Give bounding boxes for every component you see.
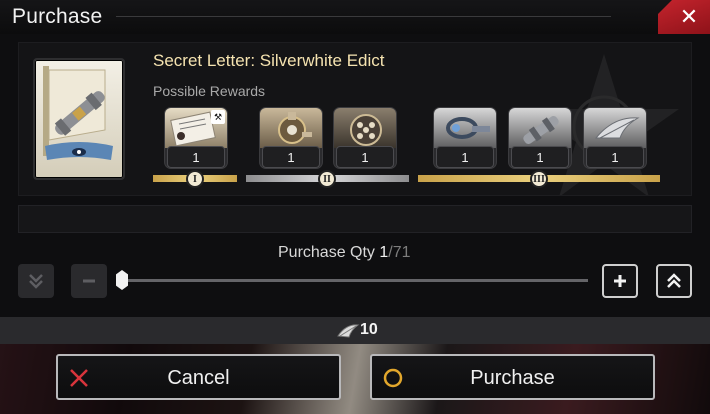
feather-scroll-icon [584, 108, 646, 148]
header-divider [116, 16, 611, 17]
dialog-header: Purchase ✕ [0, 0, 710, 34]
dialog-title: Purchase [12, 5, 103, 28]
minus-icon [83, 279, 95, 283]
qty-slider-thumb[interactable] [116, 270, 128, 290]
reward-slot[interactable]: 1 [259, 107, 323, 169]
orb-sphere-icon [334, 108, 396, 148]
reward-slot[interactable]: 1 [333, 107, 397, 169]
reward-qty: 1 [287, 150, 295, 165]
tier-mark-3: III [530, 170, 548, 188]
qty-decrement-button[interactable] [71, 264, 107, 298]
item-name: Secret Letter: Silverwhite Edict [153, 51, 385, 70]
double-chevron-up-icon [667, 273, 681, 288]
reward-qty: 1 [361, 150, 369, 165]
tier-mark-1: I [186, 170, 204, 188]
cancel-label: Cancel [167, 367, 230, 389]
qty-increment-button[interactable] [602, 264, 638, 298]
possible-rewards-label: Possible Rewards [153, 83, 266, 99]
gear-ornament-icon [260, 108, 322, 148]
purchase-qty-text: Purchase Qty [278, 244, 380, 261]
reward-qty: 1 [192, 150, 200, 165]
purchase-qty-max: 71 [392, 244, 411, 261]
close-icon: ✕ [679, 4, 699, 29]
description-bar [18, 205, 692, 233]
feather-currency-icon [337, 324, 360, 338]
reward-qty: 1 [611, 150, 619, 165]
reward-slot[interactable]: ⚒ 1 [164, 107, 228, 169]
reward-slot[interactable]: 1 [583, 107, 647, 169]
plus-icon [614, 275, 626, 287]
cost-strip: 10 [0, 317, 710, 344]
reward-slot[interactable]: 1 [433, 107, 497, 169]
purchase-label: Purchase [470, 367, 555, 389]
chain-ring-icon [434, 108, 496, 148]
purchase-qty-current: 1 [379, 244, 389, 261]
cost-value: 10 [360, 321, 378, 338]
reward-slot[interactable]: 1 [508, 107, 572, 169]
scroll-letter-icon [33, 58, 125, 180]
qty-min-button[interactable] [18, 264, 54, 298]
item-panel: Secret Letter: Silverwhite Edict Possibl… [18, 42, 692, 196]
qty-slider-track[interactable] [120, 279, 588, 282]
double-chevron-down-icon [29, 274, 43, 289]
qty-max-button[interactable] [656, 264, 692, 298]
reward-qty: 1 [536, 150, 544, 165]
tier-mark-2: II [318, 170, 336, 188]
purchase-qty-label: Purchase Qty 1/71 [278, 244, 411, 262]
silver-tube-icon [509, 108, 571, 148]
hammer-badge-icon: ⚒ [211, 110, 225, 124]
purchase-button[interactable]: Purchase [370, 354, 655, 400]
close-button[interactable]: ✕ [658, 0, 710, 34]
reward-qty: 1 [461, 150, 469, 165]
cancel-button[interactable]: Cancel [56, 354, 341, 400]
purchase-dialog: Purchase ✕ Secret Letter: Silverwhite Ed… [0, 0, 710, 414]
